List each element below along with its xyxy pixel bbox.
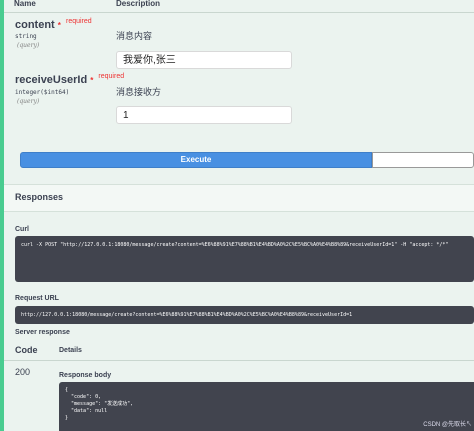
response-body-block[interactable]: { "code": 0, "message": "发送成功", "data": … <box>59 382 474 431</box>
required-star: * <box>57 21 61 30</box>
param-content-type: string <box>15 33 37 40</box>
server-response-label: Server response <box>15 329 70 336</box>
required-label: required <box>98 73 125 80</box>
request-url-block[interactable]: http://127.0.0.1:18080/message/create?co… <box>15 306 474 324</box>
clear-button[interactable] <box>372 152 474 168</box>
param-content-location: (query) <box>17 42 40 49</box>
curl-label: Curl <box>15 226 29 233</box>
curl-code-block[interactable]: curl -X POST "http://127.0.0.1:18080/mes… <box>15 236 474 282</box>
watermark: CSDN @先取长↖ <box>423 422 472 428</box>
description-column-header: Description <box>116 0 161 8</box>
execute-button-group: Execute <box>20 152 474 168</box>
responses-title: Responses <box>15 192 64 202</box>
code-column-header: Code <box>15 345 38 355</box>
responses-header: Responses <box>4 184 474 212</box>
param-content-name: content * required <box>15 18 92 31</box>
name-column-header: Name <box>14 0 36 8</box>
required-star: * <box>90 76 94 85</box>
content-input[interactable]: 我爱你,张三 <box>116 51 292 69</box>
divider <box>4 360 474 361</box>
required-label: required <box>65 18 92 25</box>
details-column-header: Details <box>59 347 82 354</box>
receiveuserid-input[interactable]: 1 <box>116 106 292 124</box>
request-url-label: Request URL <box>15 295 59 302</box>
param-receiveuserid-location: (query) <box>17 98 40 105</box>
status-code: 200 <box>15 367 31 377</box>
params-table-header: Name Description <box>4 0 474 13</box>
param-receiveuserid-type: integer($int64) <box>15 89 70 96</box>
param-name-text: receiveUserId <box>15 74 88 86</box>
response-body-label: Response body <box>59 372 112 379</box>
param-name-text: content <box>15 19 55 31</box>
execute-button[interactable]: Execute <box>20 152 372 168</box>
param-receiveuserid-name: receiveUserId * required <box>15 73 125 86</box>
param-receiveuserid-description: 消息接收方 <box>116 87 162 97</box>
param-content-description: 消息内容 <box>116 31 153 41</box>
